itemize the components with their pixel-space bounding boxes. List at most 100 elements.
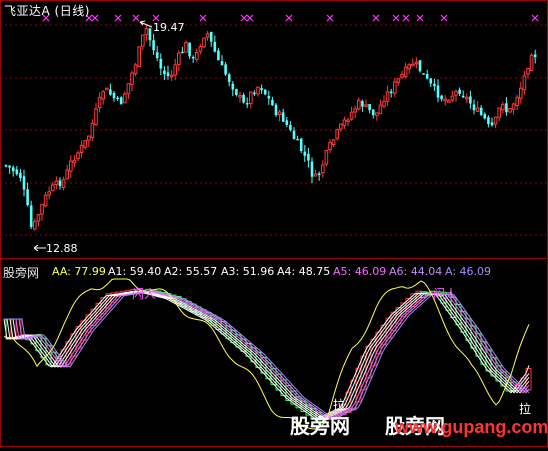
signal-marker bbox=[440, 14, 448, 22]
candle bbox=[209, 31, 213, 47]
candle bbox=[61, 176, 66, 191]
signal-label-right: 闪人 bbox=[433, 287, 458, 301]
candle bbox=[29, 200, 33, 229]
candlestick-chart[interactable]: 19.47 12.88 bbox=[0, 0, 548, 259]
price-chart-panel[interactable]: 19.47 12.88 bbox=[0, 0, 548, 259]
candle bbox=[235, 88, 238, 97]
candle bbox=[277, 109, 282, 122]
candle bbox=[58, 177, 62, 190]
candle bbox=[324, 149, 329, 167]
candle bbox=[116, 96, 119, 101]
candle bbox=[335, 128, 339, 141]
candle bbox=[403, 62, 408, 79]
candle bbox=[440, 94, 443, 102]
candle bbox=[429, 77, 433, 87]
low-price-label: 12.88 bbox=[33, 242, 78, 255]
candle bbox=[267, 90, 271, 105]
candle bbox=[184, 40, 188, 53]
candle bbox=[198, 44, 203, 55]
candle bbox=[43, 192, 48, 208]
candle bbox=[289, 121, 292, 132]
candle bbox=[328, 139, 332, 154]
candle bbox=[123, 91, 127, 104]
candle bbox=[260, 84, 263, 94]
candle bbox=[281, 108, 285, 123]
candle bbox=[202, 37, 206, 49]
candle bbox=[242, 92, 245, 104]
candle bbox=[26, 182, 29, 207]
candle bbox=[292, 127, 296, 140]
candle bbox=[368, 103, 371, 114]
candle bbox=[152, 33, 155, 56]
candle bbox=[389, 88, 393, 98]
candle bbox=[505, 96, 508, 116]
candle bbox=[159, 53, 163, 75]
candle bbox=[469, 90, 472, 109]
candle bbox=[90, 119, 95, 141]
candle bbox=[375, 112, 379, 121]
candle bbox=[271, 96, 274, 106]
candle bbox=[54, 176, 59, 190]
candle bbox=[173, 58, 177, 81]
candle bbox=[94, 102, 98, 127]
candle bbox=[414, 57, 419, 69]
candle bbox=[87, 135, 91, 148]
candle bbox=[529, 53, 534, 71]
candle bbox=[349, 106, 354, 121]
candle bbox=[133, 63, 138, 77]
candle bbox=[378, 99, 383, 115]
candle bbox=[313, 169, 318, 177]
candle bbox=[493, 116, 498, 129]
candle bbox=[396, 78, 401, 86]
candle bbox=[511, 102, 516, 115]
candle bbox=[382, 95, 386, 108]
indicator-aa: AA: 77.99 bbox=[52, 265, 106, 278]
candle bbox=[33, 218, 37, 231]
candle bbox=[483, 112, 487, 120]
candle bbox=[385, 85, 390, 107]
candle bbox=[487, 115, 490, 128]
indicator-a4: A4: 48.75 bbox=[277, 265, 331, 278]
indicator-a1: A1: 59.40 bbox=[108, 265, 162, 278]
signal-marker bbox=[372, 14, 380, 22]
candle bbox=[97, 92, 102, 113]
candle bbox=[364, 99, 368, 107]
candle bbox=[317, 171, 321, 181]
candle bbox=[479, 105, 483, 116]
candle bbox=[109, 83, 112, 96]
candle bbox=[8, 165, 11, 174]
watermark-logo-left: 股旁网 bbox=[290, 414, 350, 438]
signal-marker bbox=[285, 14, 293, 22]
candle bbox=[361, 99, 364, 112]
candle bbox=[263, 89, 267, 96]
signal-marker bbox=[392, 14, 400, 22]
candle bbox=[371, 109, 375, 119]
candle bbox=[425, 69, 429, 80]
candle bbox=[339, 123, 343, 132]
candle bbox=[144, 24, 149, 41]
candle bbox=[497, 107, 501, 122]
candle bbox=[256, 86, 260, 97]
indicator-a2: A2: 55.57 bbox=[164, 265, 218, 278]
candle bbox=[130, 70, 134, 92]
pull-label-right: 拉 bbox=[519, 402, 532, 416]
candle bbox=[166, 65, 170, 80]
candle bbox=[119, 96, 123, 105]
signal-marker bbox=[91, 14, 99, 22]
signal-marker bbox=[246, 14, 254, 22]
candle bbox=[321, 160, 325, 178]
candle bbox=[472, 99, 476, 115]
candle bbox=[126, 83, 131, 99]
candle bbox=[195, 48, 199, 63]
candle bbox=[522, 70, 527, 95]
candle bbox=[220, 55, 224, 66]
candle bbox=[231, 81, 235, 97]
candle bbox=[450, 90, 455, 103]
candle bbox=[346, 117, 350, 126]
candle bbox=[47, 186, 52, 200]
signal-marker bbox=[132, 14, 140, 22]
candle bbox=[253, 90, 256, 96]
signal-label-left: 闪人 bbox=[132, 287, 157, 301]
candle bbox=[40, 203, 44, 221]
candle bbox=[342, 116, 347, 129]
